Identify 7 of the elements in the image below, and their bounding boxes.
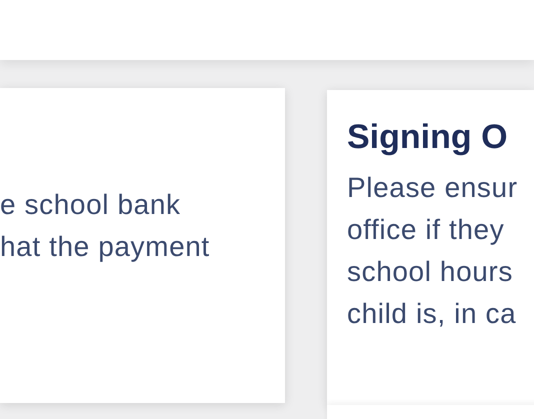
card-text: child is, in ca: [347, 297, 518, 331]
card-text: e school bank: [0, 188, 182, 222]
card-text: office if they: [347, 213, 506, 247]
card-text: school hours: [347, 255, 514, 289]
card-title: Signing O: [347, 118, 509, 157]
card-text: Please ensur: [347, 171, 519, 205]
card-text: hat the payment: [0, 230, 211, 264]
